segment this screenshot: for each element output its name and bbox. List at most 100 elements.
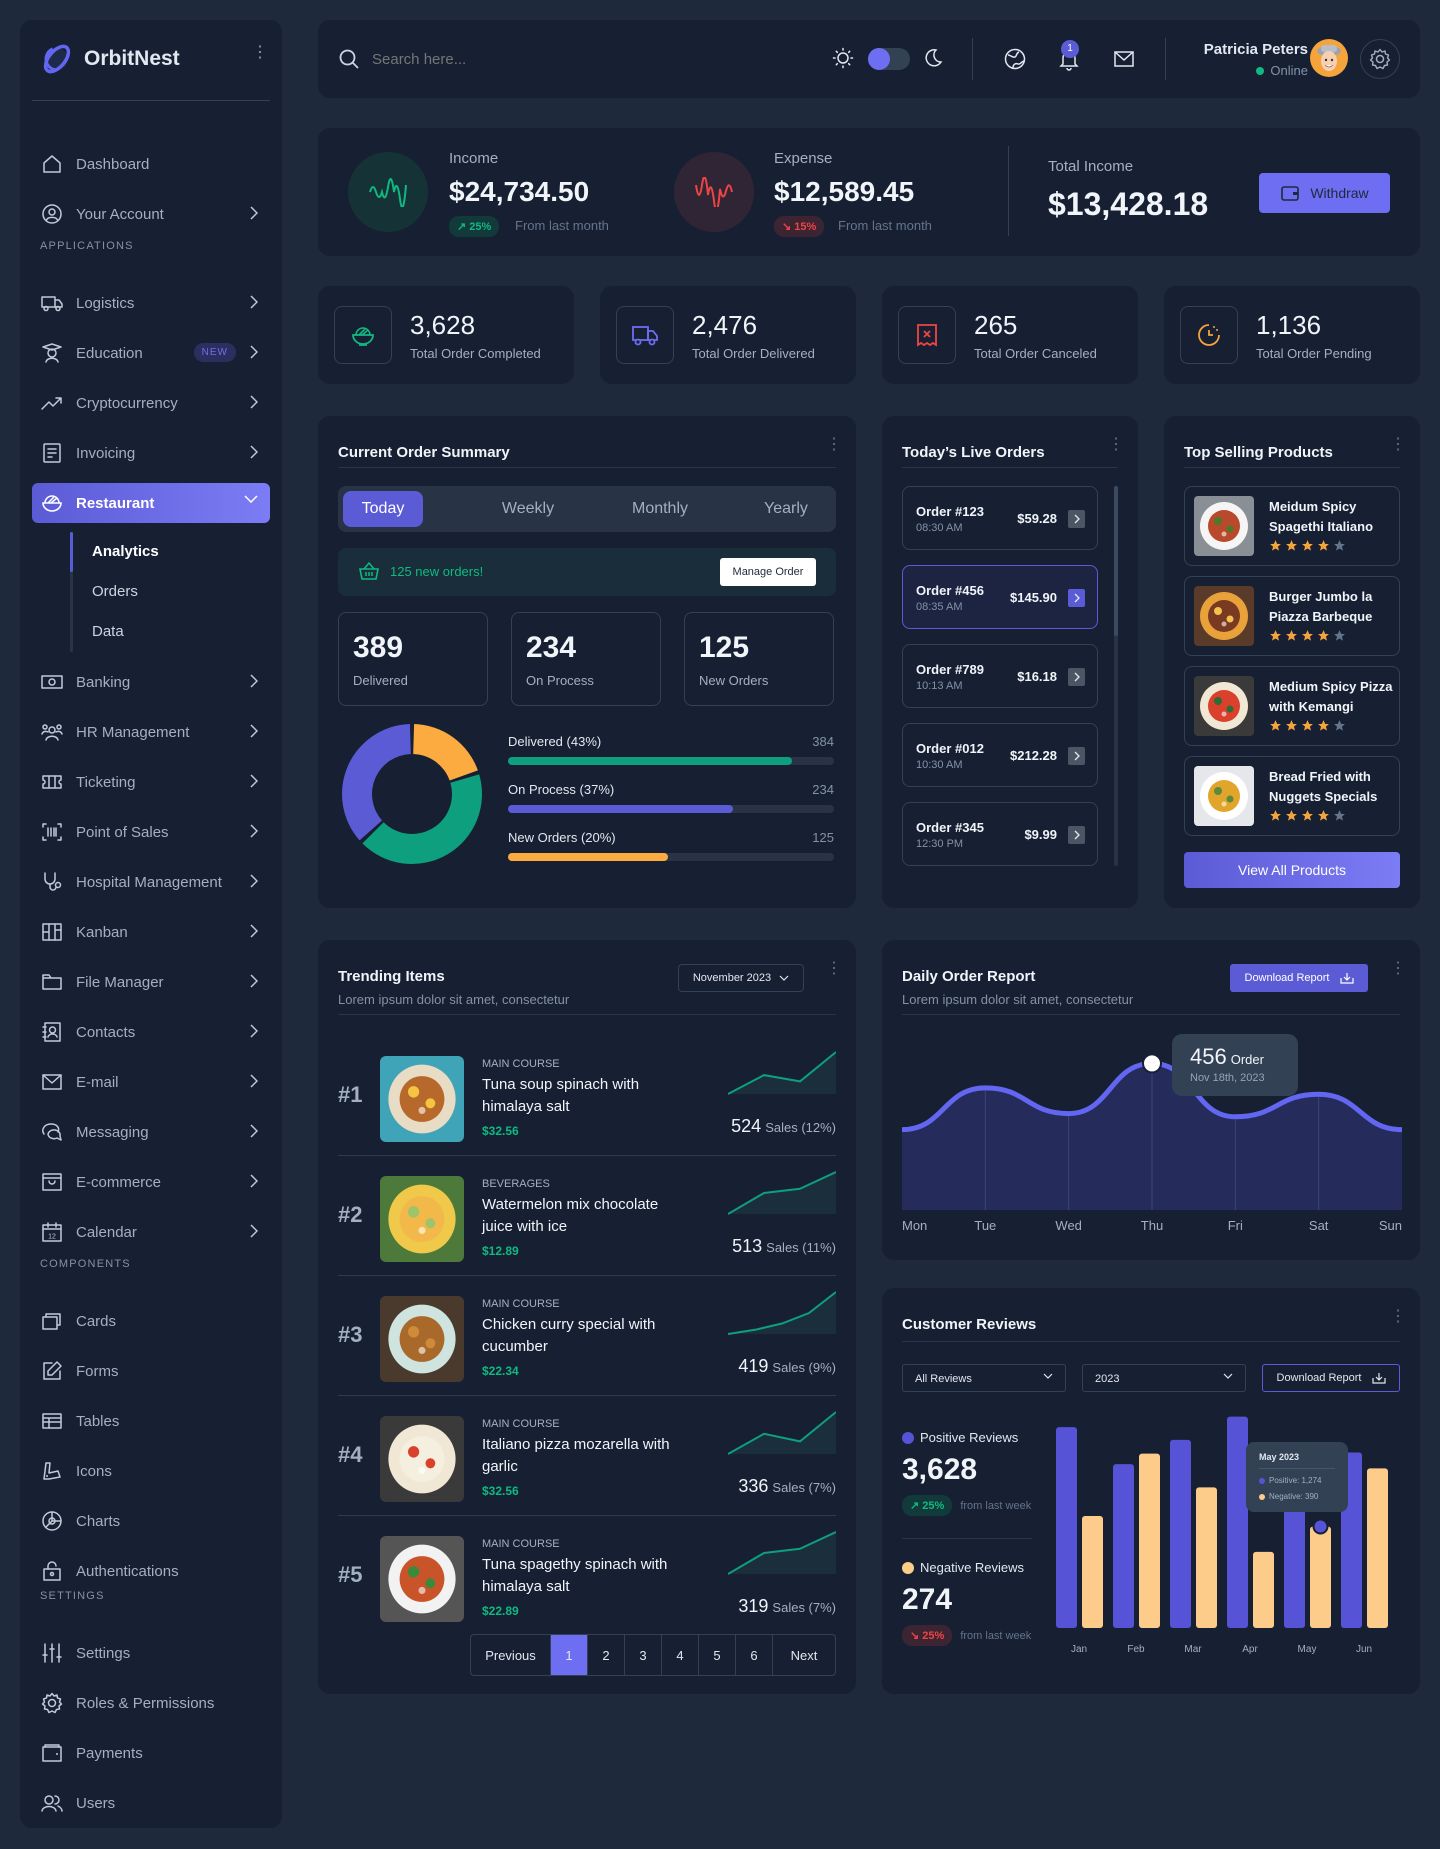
product-item[interactable]: Medium Spicy Pizza with Kemangi [1184,666,1400,746]
trending-item[interactable]: #1 MAIN COURSE Tuna soup spinach with hi… [338,1040,836,1158]
mail-icon[interactable] [1112,47,1136,71]
order-item[interactable]: Order #789 10:13 AM $16.18 [902,644,1098,708]
sun-icon[interactable] [832,47,854,69]
trending-item[interactable]: #3 MAIN COURSE Chicken curry special wit… [338,1280,836,1398]
pagination-previous[interactable]: Previous [471,1635,551,1675]
bar-positive-feb[interactable] [1113,1464,1134,1628]
more-menu-icon[interactable]: ⋮ [826,961,842,977]
tab-yearly[interactable]: Yearly [736,491,836,527]
order-item[interactable]: Order #456 08:35 AM $145.90 [902,565,1098,629]
product-item[interactable]: Burger Jumbo la Piazza Barbeque [1184,576,1400,656]
order-item[interactable]: Order #012 10:30 AM $212.28 [902,723,1098,787]
sidebar-item-dashboard[interactable]: Dashboard [32,144,270,184]
pagination-page[interactable]: 2 [588,1635,625,1675]
pagination-page[interactable]: 3 [625,1635,662,1675]
product-item[interactable]: Bread Fried with Nuggets Specials [1184,756,1400,836]
search-input[interactable] [372,50,672,68]
sidebar-item-logistics[interactable]: Logistics [32,283,270,323]
donut-slice-new-orders[interactable] [413,724,478,781]
submenu-item-orders[interactable]: Orders [92,583,138,600]
withdraw-button[interactable]: Withdraw [1259,173,1390,213]
trending-item[interactable]: #5 MAIN COURSE Tuna spagethy spinach wit… [338,1520,836,1638]
sidebar-item-hospital-management[interactable]: Hospital Management [32,862,270,902]
settings-button[interactable] [1360,39,1400,79]
scrollbar-thumb[interactable] [1114,486,1118,636]
sidebar-item-hr-management[interactable]: HR Management [32,712,270,752]
tab-today[interactable]: Today [343,491,423,527]
order-open-button[interactable] [1068,826,1085,844]
product-item[interactable]: Meidum Spicy Spagethi Italiano [1184,486,1400,566]
more-menu-icon[interactable]: ⋮ [1390,961,1406,977]
review-filter-select[interactable]: All Reviews [902,1364,1066,1392]
pagination-page[interactable]: 5 [699,1635,736,1675]
sidebar-item-payments[interactable]: Payments [32,1733,270,1773]
tab-weekly[interactable]: Weekly [478,491,578,527]
bar-negative-may[interactable] [1310,1526,1331,1628]
order-open-button[interactable] [1068,589,1085,607]
sidebar-item-icons[interactable]: Icons [32,1451,270,1491]
sidebar-item-contacts[interactable]: Contacts [32,1012,270,1052]
bar-positive-mar[interactable] [1170,1439,1191,1628]
tab-monthly[interactable]: Monthly [610,491,710,527]
bar-positive-may[interactable] [1284,1493,1305,1628]
sidebar-item-kanban[interactable]: Kanban [32,912,270,952]
submenu-item-data[interactable]: Data [92,623,124,640]
sidebar-item-messaging[interactable]: Messaging [32,1112,270,1152]
download-report-button[interactable]: Download Report [1230,964,1368,992]
pagination-next[interactable]: Next [773,1635,835,1675]
sidebar-menu-icon[interactable]: ⋮ [252,45,268,61]
sidebar-item-forms[interactable]: Forms [32,1351,270,1391]
sidebar-item-invoicing[interactable]: Invoicing [32,433,270,473]
bar-negative-jan[interactable] [1082,1515,1103,1628]
search-bar[interactable] [338,48,672,70]
sidebar-item-ticketing[interactable]: Ticketing [32,762,270,802]
bar-negative-apr[interactable] [1253,1551,1274,1628]
trending-item[interactable]: #4 MAIN COURSE Italiano pizza mozarella … [338,1400,836,1518]
sidebar-item-roles-permissions[interactable]: Roles & Permissions [32,1683,270,1723]
pagination-page[interactable]: 6 [736,1635,773,1675]
sidebar-item-e-mail[interactable]: E-mail [32,1062,270,1102]
download-report-button[interactable]: Download Report [1262,1364,1400,1392]
bar-negative-feb[interactable] [1139,1453,1160,1628]
theme-toggle[interactable] [868,48,910,70]
order-open-button[interactable] [1068,668,1085,686]
more-menu-icon[interactable]: ⋮ [1390,1309,1406,1325]
bar-positive-jan[interactable] [1056,1427,1077,1628]
sidebar-item-your-account[interactable]: Your Account [32,194,270,234]
order-item[interactable]: Order #345 12:30 PM $9.99 [902,802,1098,866]
sidebar-item-users[interactable]: Users [32,1783,270,1823]
sidebar-item-restaurant[interactable]: Restaurant [32,483,270,523]
avatar[interactable] [1310,39,1348,77]
sidebar-item-cryptocurrency[interactable]: Cryptocurrency [32,383,270,423]
month-select[interactable]: November 2023 [678,964,804,992]
more-menu-icon[interactable]: ⋮ [1108,437,1124,453]
bar-negative-mar[interactable] [1196,1487,1217,1628]
sidebar-item-settings[interactable]: Settings [32,1633,270,1673]
more-menu-icon[interactable]: ⋮ [826,437,842,453]
pagination-page[interactable]: 4 [662,1635,699,1675]
donut-slice-on-process[interactable] [342,724,411,841]
sidebar-item-tables[interactable]: Tables [32,1401,270,1441]
submenu-item-analytics[interactable]: Analytics [92,543,159,560]
bar-positive-apr[interactable] [1227,1416,1248,1628]
globe-icon[interactable] [1003,47,1027,71]
sidebar-item-cards[interactable]: Cards [32,1301,270,1341]
order-item[interactable]: Order #123 08:30 AM $59.28 [902,486,1098,550]
order-open-button[interactable] [1068,510,1085,528]
view-all-products-button[interactable]: View All Products [1184,852,1400,888]
moon-icon[interactable] [922,47,944,69]
bar-negative-jun[interactable] [1367,1468,1388,1628]
sidebar-item-file-manager[interactable]: File Manager [32,962,270,1002]
sidebar-item-authentications[interactable]: Authentications [32,1551,270,1591]
brand-logo[interactable]: OrbitNest [40,42,180,76]
sidebar-item-banking[interactable]: Banking [32,662,270,702]
year-select[interactable]: 2023 [1082,1364,1246,1392]
scrollbar[interactable] [1114,486,1118,866]
pagination-page[interactable]: 1 [551,1635,588,1675]
sidebar-item-calendar[interactable]: 12 Calendar [32,1212,270,1252]
sidebar-item-point-of-sales[interactable]: Point of Sales [32,812,270,852]
trending-item[interactable]: #2 BEVERAGES Watermelon mix chocolate ju… [338,1160,836,1278]
more-menu-icon[interactable]: ⋮ [1390,437,1406,453]
manage-order-button[interactable]: Manage Order [720,558,816,586]
sidebar-item-charts[interactable]: Charts [32,1501,270,1541]
